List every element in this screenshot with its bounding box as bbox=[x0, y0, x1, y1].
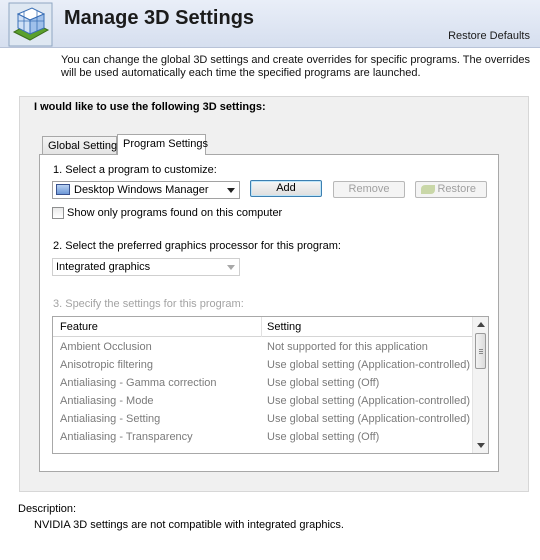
list-item[interactable]: Anisotropic filtering Use global setting… bbox=[53, 357, 473, 375]
grip-line bbox=[479, 349, 483, 350]
feature-name: Anisotropic filtering bbox=[60, 359, 153, 371]
list-item[interactable]: Antialiasing - Transparency Use global s… bbox=[53, 429, 473, 447]
column-divider[interactable] bbox=[261, 317, 262, 337]
gpu-dropdown-value: Integrated graphics bbox=[56, 261, 151, 273]
restore-button-label: Restore bbox=[437, 183, 476, 195]
remove-button[interactable]: Remove bbox=[333, 181, 405, 198]
list-item[interactable]: Antialiasing - Mode Use global setting (… bbox=[53, 393, 473, 411]
list-item[interactable]: Antialiasing - Gamma correction Use glob… bbox=[53, 375, 473, 393]
grip-line bbox=[479, 353, 483, 354]
nvidia-3d-cube-icon bbox=[8, 2, 53, 47]
nvidia-logo-icon bbox=[421, 185, 435, 194]
intro-text: You can change the global 3D settings an… bbox=[61, 54, 530, 79]
column-header-feature[interactable]: Feature bbox=[60, 321, 98, 333]
feature-name: Ambient Occlusion bbox=[60, 341, 152, 353]
page-header: Manage 3D Settings Restore Defaults bbox=[0, 0, 540, 48]
list-item[interactable]: Ambient Occlusion Not supported for this… bbox=[53, 339, 473, 357]
chevron-down-icon bbox=[227, 265, 235, 270]
settings-group-title: I would like to use the following 3D set… bbox=[34, 101, 266, 113]
feature-setting: Use global setting (Off) bbox=[267, 377, 380, 389]
specify-settings-label: 3. Specify the settings for this program… bbox=[53, 298, 244, 310]
scroll-down-icon[interactable] bbox=[477, 443, 485, 448]
description-label: Description: bbox=[18, 503, 77, 515]
feature-setting: Not supported for this application bbox=[267, 341, 428, 353]
restore-button[interactable]: Restore bbox=[415, 181, 487, 198]
show-only-programs-label: Show only programs found on this compute… bbox=[67, 207, 283, 219]
list-scrollbar[interactable] bbox=[472, 317, 488, 453]
list-header: Feature Setting bbox=[53, 317, 473, 337]
feature-name: Antialiasing - Setting bbox=[60, 413, 161, 425]
grip-line bbox=[479, 351, 483, 352]
description-text: NVIDIA 3D settings are not compatible wi… bbox=[34, 519, 344, 531]
list-item[interactable]: Antialiasing - Setting Use global settin… bbox=[53, 411, 473, 429]
tab-global-settings[interactable]: Global Settings bbox=[42, 136, 123, 155]
feature-settings-list[interactable]: Feature Setting Ambient Occlusion Not su… bbox=[52, 316, 489, 454]
feature-setting: Use global setting (Off) bbox=[267, 431, 380, 443]
feature-setting: Use global setting (Application-controll… bbox=[267, 395, 470, 407]
chevron-down-icon bbox=[227, 188, 235, 193]
select-program-label: 1. Select a program to customize: bbox=[53, 164, 217, 176]
feature-name: Antialiasing - Gamma correction bbox=[60, 377, 217, 389]
feature-setting: Use global setting (Application-controll… bbox=[267, 413, 470, 425]
add-button[interactable]: Add bbox=[250, 180, 322, 197]
gpu-dropdown[interactable]: Integrated graphics bbox=[52, 258, 240, 276]
program-dropdown[interactable]: Desktop Windows Manager bbox=[52, 181, 240, 199]
feature-name: Antialiasing - Transparency bbox=[60, 431, 193, 443]
program-dropdown-value: Desktop Windows Manager bbox=[74, 184, 209, 196]
page-title: Manage 3D Settings bbox=[64, 7, 255, 29]
select-gpu-label: 2. Select the preferred graphics process… bbox=[53, 240, 341, 252]
feature-name: Antialiasing - Mode bbox=[60, 395, 154, 407]
column-header-setting[interactable]: Setting bbox=[267, 321, 301, 333]
scrollbar-thumb[interactable] bbox=[475, 333, 486, 369]
scroll-up-icon[interactable] bbox=[477, 322, 485, 327]
feature-setting: Use global setting (Application-controll… bbox=[267, 359, 470, 371]
show-only-programs-checkbox[interactable] bbox=[52, 207, 64, 219]
program-window-icon bbox=[56, 184, 70, 195]
tab-program-settings[interactable]: Program Settings bbox=[117, 134, 208, 155]
restore-defaults-link[interactable]: Restore Defaults bbox=[448, 30, 530, 42]
